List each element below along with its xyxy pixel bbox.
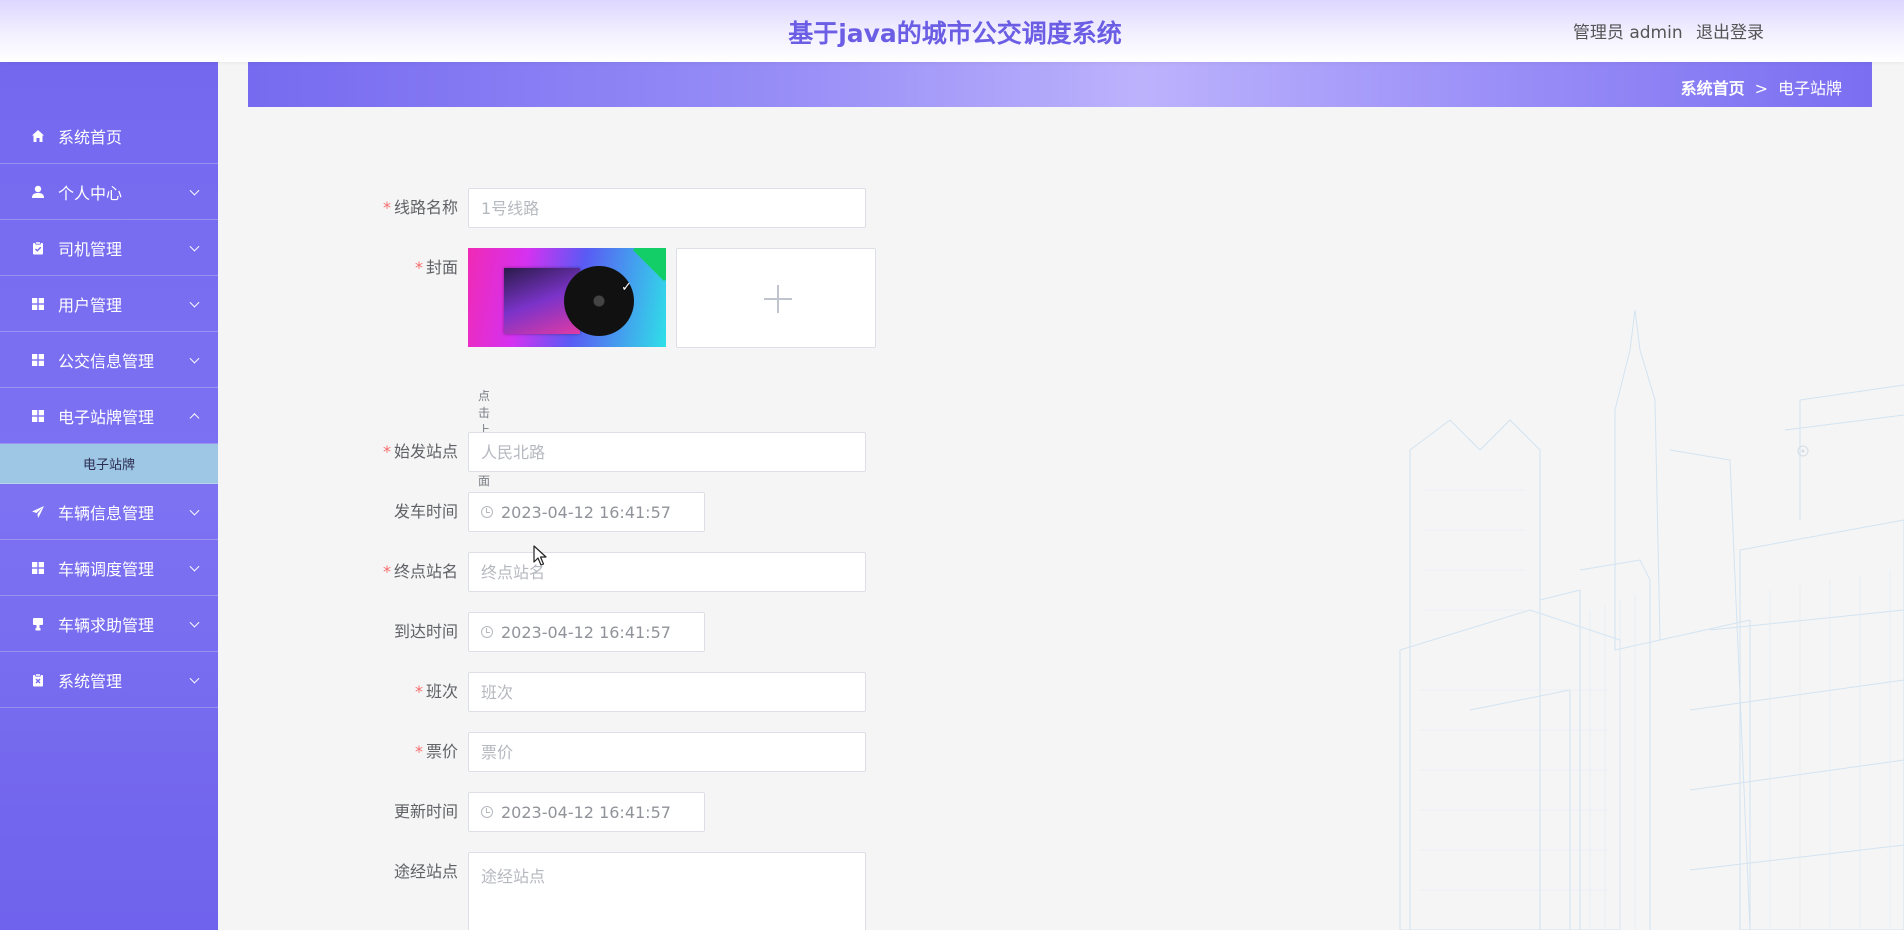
fare-input[interactable] [468,732,866,772]
logout-link[interactable]: 退出登录 [1696,23,1764,43]
city-background-illustration [1399,309,1904,930]
user-area: 管理员 admin 退出登录 [1573,18,1764,43]
grid-icon [30,408,46,424]
breadcrumb-bar: 系统首页 > 电子站牌 [248,62,1872,107]
route-name-input[interactable] [468,188,866,228]
fare-label: * 票价 [414,742,458,761]
sidebar-item-home[interactable]: 系统首页 [0,108,218,164]
stamp-icon [30,616,46,632]
user-label: 管理员 admin [1572,23,1683,43]
form-row-depart-time: 发车时间 2023-04-12 16:41:57 [380,492,705,532]
form-row-update-time: 更新时间 2023-04-12 16:41:57 [380,792,705,832]
upload-cover-button[interactable] [676,248,876,348]
update-time-picker[interactable]: 2023-04-12 16:41:57 [468,792,705,832]
shift-input[interactable] [468,672,866,712]
route-name-label: * 线路名称 [382,198,458,217]
upload-success-corner [632,248,666,282]
cover-uploader: ✓ [468,248,876,348]
sidebar: 系统首页 个人中心 司机管理 用户管理 公交信息管理 电子站牌管理 电子站牌 车… [0,62,218,930]
sidebar-item-profile[interactable]: 个人中心 [0,164,218,220]
sidebar-item-help[interactable]: 车辆求助管理 [0,596,218,652]
arrive-time-picker[interactable]: 2023-04-12 16:41:57 [468,612,705,652]
plus-icon [777,285,779,313]
send-icon [30,504,46,520]
arrive-time-label: 到达时间 [393,622,458,641]
update-time-label: 更新时间 [393,802,458,821]
depart-time-label: 发车时间 [393,502,458,521]
sidebar-item-users[interactable]: 用户管理 [0,276,218,332]
shift-label: * 班次 [414,682,458,701]
form-row-route-name: * 线路名称 [380,188,866,228]
sidebar-item-bus-info[interactable]: 公交信息管理 [0,332,218,388]
form-row-end-station: * 终点站名 [380,552,866,592]
cover-thumbnail[interactable]: ✓ [468,248,666,347]
form-row-cover: * 封面 ✓ [380,248,876,348]
clock-icon [481,806,493,818]
submenu-item-e-stop-sign[interactable]: 电子站牌 [0,444,218,484]
end-station-input[interactable] [468,552,866,592]
grid-icon [30,560,46,576]
grid-icon [30,352,46,368]
mouse-cursor-icon [533,545,547,566]
clock-icon [481,626,493,638]
update-time-value: 2023-04-12 16:41:57 [501,802,671,822]
start-station-label: * 始发站点 [382,442,458,461]
breadcrumb: 系统首页 > 电子站牌 [1681,75,1842,99]
clipboard-icon [30,240,46,256]
form-row-via-stations: 途经站点 [380,852,866,930]
cover-vinyl-art [564,266,634,336]
sidebar-item-drivers[interactable]: 司机管理 [0,220,218,276]
depart-time-picker[interactable]: 2023-04-12 16:41:57 [468,492,705,532]
sidebar-item-label: 系统首页 [58,127,123,147]
via-stations-label: 途经站点 [393,862,458,881]
start-station-input[interactable] [468,432,866,472]
person-icon [30,184,46,200]
via-stations-textarea[interactable] [468,852,866,930]
sidebar-item-dispatch[interactable]: 车辆调度管理 [0,540,218,596]
form-row-arrive-time: 到达时间 2023-04-12 16:41:57 [380,612,705,652]
required-star: * [382,442,391,461]
top-header: 基于java的城市公交调度系统 管理员 admin 退出登录 [0,0,1904,62]
clipboard-x-icon [30,672,46,688]
required-star: * [382,198,391,217]
breadcrumb-current: 电子站牌 [1777,79,1842,98]
sidebar-item-system[interactable]: 系统管理 [0,652,218,708]
end-station-label: * 终点站名 [382,562,458,581]
check-icon: ✓ [621,280,632,295]
form-row-shift: * 班次 [380,672,866,712]
required-star: * [382,562,391,581]
depart-time-value: 2023-04-12 16:41:57 [501,502,671,522]
required-star: * [414,258,423,277]
clock-icon [481,506,493,518]
required-star: * [414,682,423,701]
required-star: * [414,742,423,761]
cover-label: * 封面 [414,258,458,277]
form-row-fare: * 票价 [380,732,866,772]
home-icon [30,128,46,144]
form-row-start-station: * 始发站点 [380,432,866,472]
arrive-time-value: 2023-04-12 16:41:57 [501,622,671,642]
sidebar-item-e-stop-sign[interactable]: 电子站牌管理 [0,388,218,444]
sidebar-item-vehicle-info[interactable]: 车辆信息管理 [0,484,218,540]
breadcrumb-separator: > [1754,79,1768,98]
grid-icon [30,296,46,312]
breadcrumb-home[interactable]: 系统首页 [1681,79,1745,98]
